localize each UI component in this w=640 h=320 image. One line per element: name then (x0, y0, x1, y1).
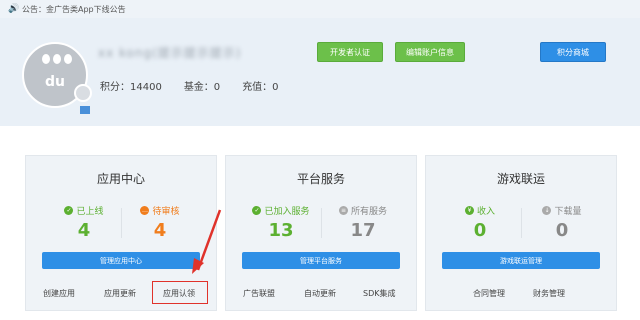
link-sdk-integration[interactable]: SDK集成 (363, 288, 395, 299)
recharge-value: 充值：0 (242, 82, 279, 93)
notice-text[interactable]: 公告：金广告类App下线公告 (22, 4, 126, 15)
stat-value[interactable]: 17 (322, 220, 404, 241)
stat-online: ✓ 已上线 4 (46, 204, 122, 241)
avatar-logo-text: du (45, 74, 65, 90)
account-stats: 积分：14400 基金：0 充值：0 (100, 78, 279, 93)
game-operation-manage-button[interactable]: 游戏联运管理 (442, 252, 600, 269)
card-platform-services: 平台服务 ✓ 已加入服务 13 ≡ 所有服务 17 管理平台服务 广告联盟 自动更新… (225, 155, 417, 311)
points-mall-button[interactable]: 积分商城 (540, 42, 606, 62)
speaker-icon: 🔊 (8, 4, 20, 14)
username: xx kong(提示提示提示) (98, 46, 242, 60)
stat-value[interactable]: 0 (524, 220, 600, 241)
manage-platform-services-button[interactable]: 管理平台服务 (242, 252, 400, 269)
income-icon: ¥ (464, 206, 474, 215)
joined-status-icon: ✓ (252, 206, 262, 215)
stat-label: 已上线 (76, 207, 104, 217)
profile-header: du xx kong(提示提示提示) 积分：14400 基金：0 充值：0 开发… (0, 18, 640, 126)
fund-value: 基金：0 (183, 82, 221, 93)
developer-cert-button[interactable]: 开发者认证 (317, 42, 383, 62)
link-ad-alliance[interactable]: 广告联盟 (243, 288, 275, 299)
link-finance-manage[interactable]: 财务管理 (533, 288, 565, 299)
avatar[interactable]: du (22, 42, 92, 114)
stat-label: 所有服务 (350, 207, 387, 217)
stat-value[interactable]: 4 (46, 220, 122, 241)
link-create-app[interactable]: 创建应用 (43, 288, 75, 299)
download-icon: ↓ (542, 206, 552, 215)
card-game-operation: 游戏联运 ¥ 收入 0 ↓ 下载量 0 游戏联运管理 合同管理 财务管理 (425, 155, 617, 311)
stat-label: 收入 (476, 207, 495, 217)
online-status-icon: ✓ (64, 206, 74, 215)
stat-value[interactable]: 13 (238, 220, 324, 241)
stat-label: 下载量 (554, 207, 582, 217)
notice-bar: 🔊 公告：金广告类App下线公告 (0, 0, 640, 18)
all-services-icon: ≡ (338, 206, 348, 215)
stat-label: 已加入服务 (264, 207, 310, 217)
manage-app-center-button[interactable]: 管理应用中心 (42, 252, 200, 269)
pending-status-icon: … (140, 206, 150, 215)
card-title: 游戏联运 (496, 172, 545, 186)
ribbon-icon (80, 106, 90, 114)
stat-label: 待审核 (152, 207, 180, 217)
edit-account-button[interactable]: 编辑账户信息 (395, 42, 465, 62)
verification-badge-icon (74, 84, 92, 102)
points-value: 积分：14400 (100, 82, 162, 93)
stat-value[interactable]: 4 (122, 220, 198, 241)
annotation-arrow-icon (192, 209, 222, 274)
link-app-update[interactable]: 应用更新 (104, 288, 136, 299)
link-auto-update[interactable]: 自动更新 (304, 288, 336, 299)
divider (521, 208, 522, 238)
card-title: 平台服务 (296, 172, 345, 186)
paw-icon (42, 54, 72, 68)
annotation-highlight-box (152, 281, 208, 304)
stat-value[interactable]: 0 (442, 220, 518, 241)
stat-pending: … 待审核 4 (122, 204, 198, 241)
link-contract-manage[interactable]: 合同管理 (473, 288, 505, 299)
stat-all-services: ≡ 所有服务 17 (322, 204, 404, 241)
stat-downloads: ↓ 下载量 0 (524, 204, 600, 241)
stat-joined: ✓ 已加入服务 13 (238, 204, 324, 241)
stat-income: ¥ 收入 0 (442, 204, 518, 241)
card-title: 应用中心 (96, 172, 145, 186)
